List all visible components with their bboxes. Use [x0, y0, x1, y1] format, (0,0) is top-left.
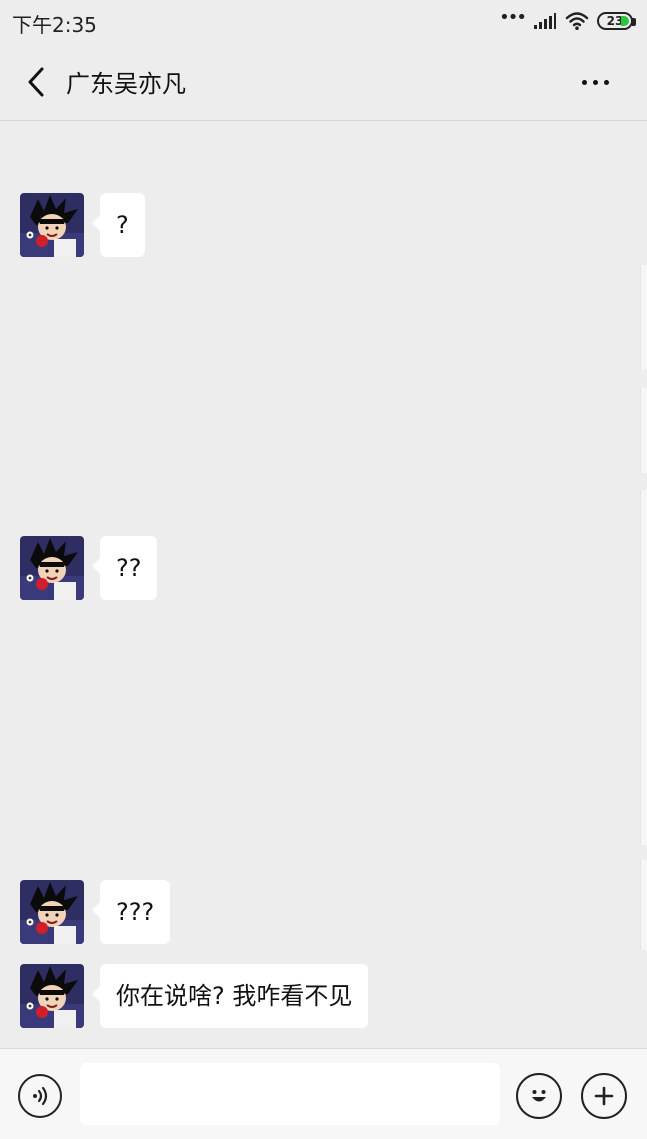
message-row: ? — [20, 193, 145, 257]
message-bubble[interactable]: ?? — [91, 536, 158, 600]
voice-button[interactable] — [18, 1074, 62, 1118]
battery-icon: 23 — [597, 12, 636, 30]
more-dot — [592, 79, 598, 85]
smile-emoji-icon — [532, 1090, 546, 1102]
more-horizontal-icon — [579, 79, 612, 85]
more-dots-icon: ••• — [499, 7, 527, 28]
edge-strip — [640, 265, 647, 370]
more-dot — [603, 79, 609, 85]
battery-fill — [621, 16, 629, 26]
edge-strip — [640, 490, 647, 845]
contact-avatar[interactable] — [20, 536, 84, 600]
status-icons: ••• 23 — [499, 7, 636, 32]
plus-button[interactable] — [581, 1073, 627, 1119]
goku-avatar-icon — [20, 880, 84, 944]
message-row: ?? — [20, 536, 158, 600]
message-input[interactable] — [80, 1063, 500, 1125]
back-button[interactable] — [16, 62, 56, 102]
status-time: 下午2:35 — [12, 13, 97, 37]
edge-strip — [640, 388, 647, 473]
more-dot — [581, 79, 587, 85]
status-bar: 下午2:35 ••• 23 — [0, 0, 647, 44]
message-bubble[interactable]: 你在说啥? 我咋看不见 — [91, 964, 369, 1028]
more-button[interactable] — [569, 62, 621, 102]
contact-avatar[interactable] — [20, 193, 84, 257]
chat-title: 广东吴亦凡 — [66, 70, 186, 98]
wifi-icon — [565, 12, 589, 30]
goku-avatar-icon — [20, 536, 84, 600]
goku-avatar-icon — [20, 193, 84, 257]
goku-avatar-icon — [20, 964, 84, 1028]
input-bar — [0, 1048, 647, 1139]
plus-icon — [594, 1086, 614, 1106]
voice-icon — [33, 1086, 48, 1106]
chat-header: 广东吴亦凡 — [0, 44, 647, 121]
message-bubble[interactable]: ? — [92, 193, 145, 257]
emoji-button[interactable] — [516, 1073, 562, 1119]
message-row: 你在说啥? 我咋看不见 — [20, 964, 369, 1028]
message-row: ??? — [20, 880, 171, 944]
edge-strip — [640, 860, 647, 950]
message-bubble[interactable]: ??? — [91, 880, 171, 944]
contact-avatar[interactable] — [20, 964, 84, 1028]
contact-avatar[interactable] — [20, 880, 84, 944]
signal-icon — [534, 13, 556, 29]
chevron-left-icon — [28, 67, 44, 97]
